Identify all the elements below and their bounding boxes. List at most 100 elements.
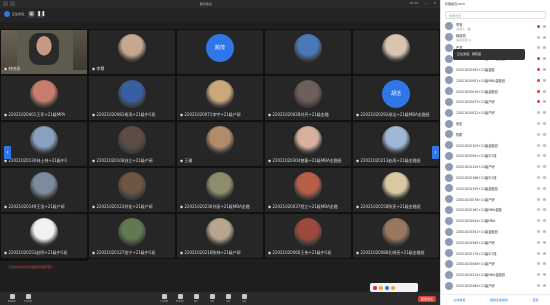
participant-tile[interactable]: ◆ 22021020213赵雨+21级金融班 — [352, 121, 440, 167]
mic-status-icon[interactable] — [537, 122, 540, 126]
camera-status-icon[interactable] — [543, 197, 546, 201]
participant-tile[interactable]: ◆ 22021020108苏立+21级产研 — [88, 121, 176, 167]
camera-status-icon[interactable] — [543, 68, 546, 72]
mic-status-icon[interactable] — [537, 24, 540, 28]
member-row[interactable]: 韩晓丽 (联席主持人) — [441, 32, 550, 43]
share-button[interactable]: 共享屏幕 — [158, 294, 170, 303]
mic-status-icon[interactable] — [537, 219, 540, 223]
participant-tile[interactable]: ◆ 22021020236孙丽+21级MBA金融 — [176, 167, 264, 213]
member-row[interactable]: 22021020044+21级MBA — [441, 215, 550, 226]
camera-status-icon[interactable] — [543, 154, 546, 158]
camera-status-icon[interactable] — [543, 284, 546, 288]
participant-tile[interactable]: ◆ 22021020071李宇+21级产研 — [176, 75, 264, 121]
camera-status-icon[interactable] — [543, 35, 546, 39]
camera-status-icon[interactable] — [543, 273, 546, 277]
reaction-bar[interactable] — [370, 283, 418, 292]
mic-status-icon[interactable] — [537, 154, 540, 158]
member-row[interactable]: 22021020284+21级产研 — [441, 280, 550, 291]
member-row[interactable]: 22021020058+21级产研 — [441, 259, 550, 270]
heart-icon[interactable] — [373, 285, 377, 290]
participant-tile[interactable]: ◆ 22021020088孔晓亮+21级金融班 — [352, 213, 440, 259]
member-row[interactable]: 22021020019+21级金融班 — [441, 86, 550, 97]
member-row[interactable]: 张宏 — [441, 118, 550, 129]
member-row[interactable]: 22021020155+21级金融班 — [441, 183, 550, 194]
mic-status-icon[interactable] — [537, 230, 540, 234]
members-button[interactable]: 管理成员 — [174, 294, 186, 303]
camera-tile[interactable]: ◆ 韩晓丽 — [0, 29, 88, 75]
camera-status-icon[interactable] — [543, 230, 546, 234]
mic-button[interactable]: 解除静音 — [6, 294, 18, 303]
participant-tile[interactable] — [352, 29, 440, 75]
participant-tile[interactable] — [264, 29, 352, 75]
member-row[interactable]: 22021020103+21级金融班 — [441, 140, 550, 151]
mic-status-icon[interactable] — [537, 165, 540, 169]
mic-status-icon[interactable] — [537, 100, 540, 104]
camera-status-icon[interactable] — [543, 143, 546, 147]
mic-status-icon[interactable] — [537, 208, 540, 212]
member-search-input[interactable]: 搜索成员 — [445, 11, 546, 19]
participant-tile[interactable]: ◆ 22021020081杨涛+21级中1班 — [88, 75, 176, 121]
camera-status-icon[interactable] — [543, 262, 546, 266]
mic-status-icon[interactable] — [537, 262, 540, 266]
member-row[interactable]: 陈刚 — [441, 129, 550, 140]
mic-status-icon[interactable] — [537, 197, 540, 201]
participant-tile[interactable]: ◆ 22021020060王伟+21级中1班 — [264, 213, 352, 259]
mic-status-icon[interactable] — [537, 68, 540, 72]
camera-status-icon[interactable] — [543, 78, 546, 82]
mic-status-icon[interactable] — [537, 78, 540, 82]
member-row[interactable]: 22021020305+21级金融 — [441, 64, 550, 75]
info-icon[interactable] — [3, 1, 8, 6]
participant-tile[interactable]: ◆ 22021020037程立+21级MBA金融 — [264, 167, 352, 213]
member-row[interactable]: 22021020214+21级MBA金融班 — [441, 269, 550, 280]
participant-tile[interactable]: ◆ 22021020123刘佳+21级产研 — [88, 167, 176, 213]
prev-page-icon[interactable]: ‹ — [4, 146, 11, 159]
mic-status-icon[interactable] — [537, 284, 540, 288]
thumb-icon[interactable] — [379, 285, 383, 290]
member-row[interactable]: 22021020162+21级MBA金融 — [441, 205, 550, 216]
camera-status-icon[interactable] — [543, 186, 546, 190]
participant-tile[interactable]: ◆ 22021020028刘丹+21级金融 — [264, 75, 352, 121]
mic-status-icon[interactable] — [537, 57, 540, 61]
chat-button[interactable]: 聊天 — [190, 294, 202, 303]
mic-status-icon[interactable] — [537, 35, 540, 39]
camera-status-icon[interactable] — [543, 176, 546, 180]
member-row[interactable]: 22021020175+21级中1班 — [441, 248, 550, 259]
panel-footer-button[interactable]: 全体静音 — [453, 298, 465, 302]
member-row[interactable]: 22021020186+21级中1班 — [441, 172, 550, 183]
participant-tile[interactable]: ◆ 22021020304曾磊+21级MBA金融班 — [264, 121, 352, 167]
participant-tile[interactable]: 颜茂 — [176, 29, 264, 75]
participant-tile[interactable]: ◆ 王瑜 — [176, 121, 264, 167]
mic-status-icon[interactable] — [537, 111, 540, 115]
member-row[interactable]: 22021020001+21级MBA金融班 — [441, 75, 550, 86]
mic-status-icon[interactable] — [537, 186, 540, 190]
camera-status-icon[interactable] — [543, 89, 546, 93]
mic-status-icon[interactable] — [537, 46, 540, 50]
participant-tile[interactable]: ◆ 22021020151赵明+21级中1班 — [0, 213, 88, 259]
camera-status-icon[interactable] — [543, 111, 546, 115]
camera-status-icon[interactable] — [543, 57, 546, 61]
mic-status-icon[interactable] — [537, 240, 540, 244]
mic-status-icon[interactable] — [537, 89, 540, 93]
camera-status-icon[interactable] — [543, 24, 546, 28]
participant-tile[interactable]: ◆ 22021020130林士林+21级中1 — [0, 121, 88, 167]
mic-status-icon[interactable] — [537, 273, 540, 277]
member-row[interactable]: 22021020301+21级金融班 — [441, 226, 550, 237]
mic-status-icon[interactable] — [537, 132, 540, 136]
minimize-icon[interactable]: — — [424, 1, 427, 5]
camera-status-icon[interactable] — [543, 46, 546, 50]
clap-icon[interactable] — [385, 285, 389, 290]
end-meeting-button[interactable]: 结束会议 — [417, 295, 436, 302]
smile-icon[interactable] — [391, 285, 395, 290]
layout-icon[interactable]: ▦ — [28, 11, 35, 18]
panel-footer-button[interactable]: 解除全体静音 — [490, 298, 508, 302]
participant-tile[interactable]: ◆ 22021020149王浩+21级产研 — [0, 167, 88, 213]
record-button[interactable]: 录制 — [206, 294, 218, 303]
close-icon[interactable]: ✕ — [433, 1, 436, 5]
pause-icon[interactable]: ❚❚ — [37, 11, 45, 18]
member-row[interactable]: 22021020078+21级产研 — [441, 194, 550, 205]
member-row[interactable]: 22021020022+21级产研 — [441, 107, 550, 118]
participant-tile[interactable]: ◆ 李慧 — [88, 29, 176, 75]
participant-tile[interactable]: ◆ 22021020216陈林+21级产研 — [176, 213, 264, 259]
mic-status-icon[interactable] — [537, 251, 540, 255]
participant-tile[interactable]: 胡洁 ◆ 22021020292胡洁+21级MBA金融班 — [352, 75, 440, 121]
